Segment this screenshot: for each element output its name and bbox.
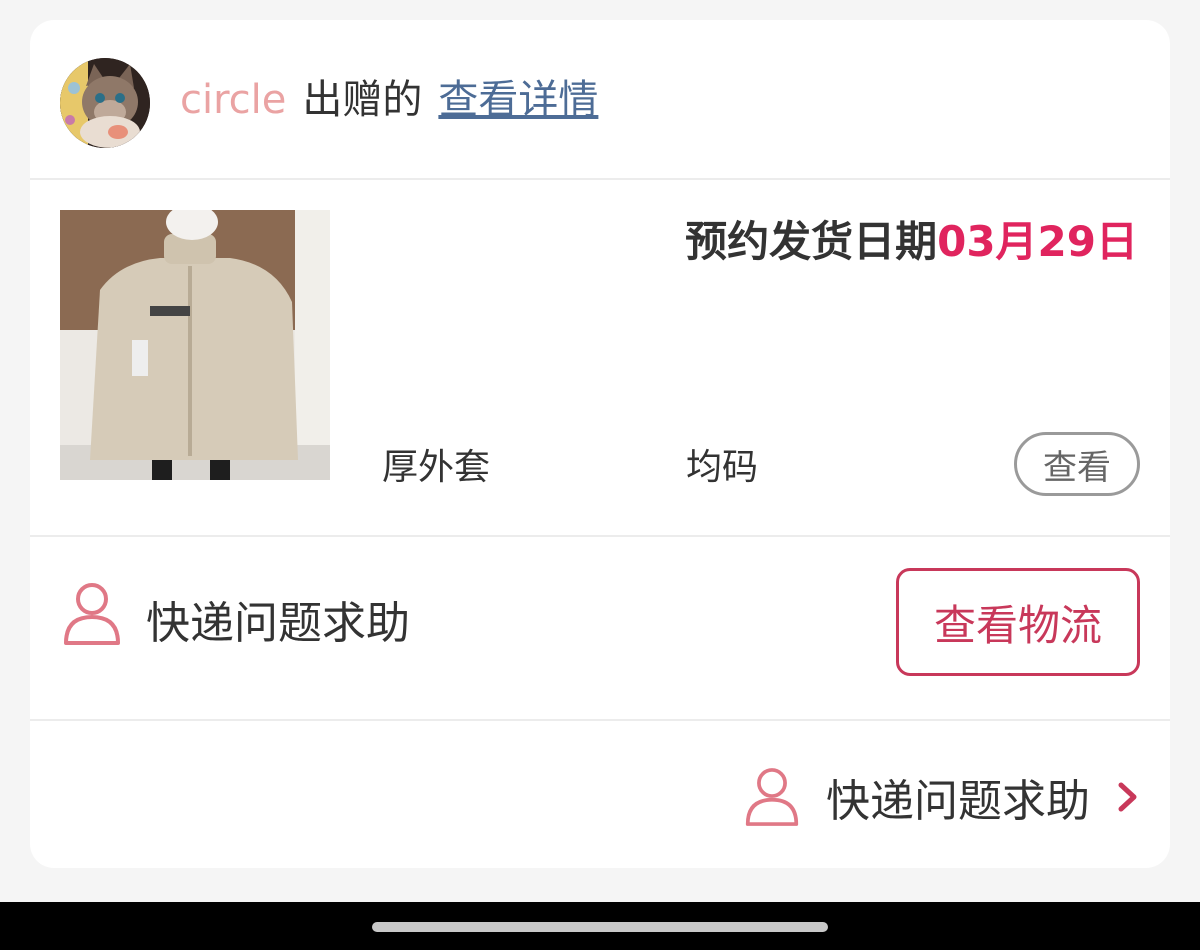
product-image[interactable] bbox=[60, 210, 330, 480]
product-name: 厚外套 bbox=[382, 447, 491, 488]
chevron-right-icon bbox=[1118, 782, 1137, 812]
username[interactable]: circle bbox=[180, 77, 286, 123]
product-size: 均码 bbox=[686, 447, 759, 488]
ship-label: 预约发货日期 bbox=[685, 217, 938, 266]
view-button[interactable]: 查看 bbox=[1014, 432, 1140, 496]
header-text: circle 出赠的 查看详情 bbox=[180, 72, 598, 128]
system-navigation-bar bbox=[0, 902, 1200, 950]
gift-verb: 出赠的 bbox=[302, 77, 423, 123]
ship-date-value: 03月29日 bbox=[937, 217, 1138, 266]
product-section: 预约发货日期03月29日 厚外套 均码 查看 bbox=[30, 180, 1170, 535]
home-indicator[interactable] bbox=[372, 922, 828, 932]
coat-photo bbox=[60, 210, 330, 480]
gift-order-card: circle 出赠的 查看详情 预约发货日期03月29日 厚外套 均码 查看 快… bbox=[30, 20, 1170, 868]
help-row: 快递问题求助 查看物流 bbox=[30, 537, 1170, 719]
card-header: circle 出赠的 查看详情 bbox=[30, 20, 1170, 178]
avatar[interactable] bbox=[60, 58, 150, 148]
courier-help-link[interactable]: 快递问题求助 bbox=[744, 765, 1142, 829]
view-details-link[interactable]: 查看详情 bbox=[438, 77, 598, 123]
cat-avatar-image bbox=[60, 58, 150, 148]
user-icon bbox=[64, 583, 120, 645]
courier-help-link-label: 快递问题求助 bbox=[826, 776, 1090, 827]
ship-date: 预约发货日期03月29日 bbox=[685, 208, 1138, 269]
bottom-help-row: 快递问题求助 bbox=[30, 721, 1170, 868]
courier-help-label[interactable]: 快递问题求助 bbox=[146, 587, 410, 651]
user-icon bbox=[745, 768, 799, 826]
view-logistics-button[interactable]: 查看物流 bbox=[896, 568, 1140, 676]
